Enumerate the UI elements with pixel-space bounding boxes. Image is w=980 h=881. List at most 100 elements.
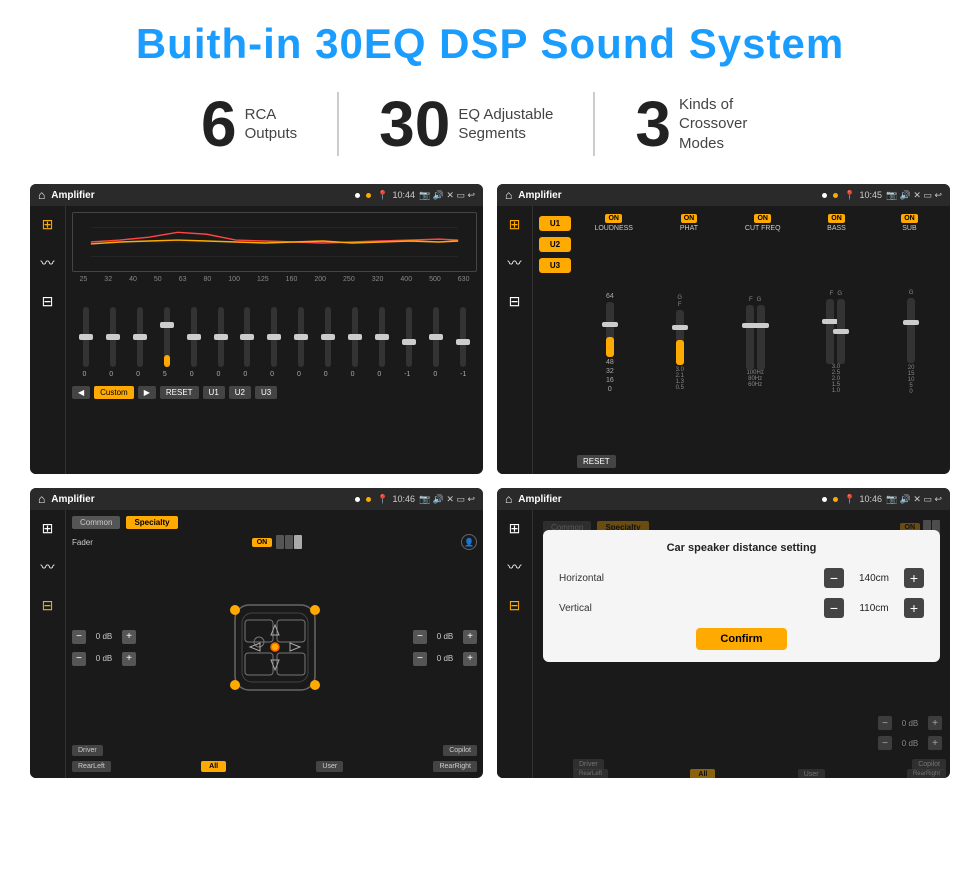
xover-sidebar-icon-1[interactable]: ⊞ (509, 216, 521, 233)
eq-slider-2[interactable] (110, 307, 116, 367)
dist-bg-db-plus-2: + (928, 736, 942, 750)
confirm-button[interactable]: Confirm (696, 628, 786, 650)
dist-sidebar-icon-1[interactable]: ⊞ (509, 520, 521, 537)
xover-preset-u3[interactable]: U3 (539, 258, 571, 273)
dist-bg-user-btn: User (798, 769, 825, 778)
fader-label: Fader (72, 538, 93, 547)
eq-reset-btn[interactable]: RESET (160, 386, 199, 399)
fader-sidebar-icon-2[interactable]: 〰 (41, 557, 55, 577)
fader-btn-driver[interactable]: Driver (72, 745, 103, 756)
dist-content: ⊞ 〰 ⊟ Common Specialty ON (497, 510, 950, 778)
fader-sidebar-icon-1[interactable]: ⊞ (42, 520, 54, 537)
xover-preset-u1[interactable]: U1 (539, 216, 571, 231)
fader-tab-common[interactable]: Common (72, 516, 120, 529)
eq-slider-8[interactable] (271, 307, 277, 367)
eq-slider-15[interactable] (460, 307, 466, 367)
db-plus-rr[interactable]: + (463, 652, 477, 666)
eq-slider-4[interactable] (164, 307, 170, 367)
dist-bg-db-minus-1: − (878, 716, 892, 730)
fader-btn-all[interactable]: All (201, 761, 226, 772)
eq-u3-btn[interactable]: U3 (255, 386, 277, 399)
eq-slider-10[interactable] (325, 307, 331, 367)
xover-fader-sub[interactable] (907, 298, 915, 363)
xover-on-cutfreq[interactable]: ON (754, 214, 771, 223)
fader-btn-user[interactable]: User (316, 761, 343, 772)
fader-btn-copilot[interactable]: Copilot (443, 745, 477, 756)
dist-sidebar-icon-3[interactable]: ⊟ (509, 597, 521, 614)
dist-bg-db-minus-2: − (878, 736, 892, 750)
db-minus-fl[interactable]: − (72, 630, 86, 644)
fader-app-name: Amplifier (51, 494, 349, 505)
db-value-rl: 0 dB (90, 654, 118, 663)
eq-slider-1[interactable] (83, 307, 89, 367)
eq-slider-5[interactable] (191, 307, 197, 367)
eq-slider-7[interactable] (244, 307, 250, 367)
xover-on-bass[interactable]: ON (828, 214, 845, 223)
xover-sidebar-icon-2[interactable]: 〰 (508, 253, 522, 273)
fader-btn-rearleft[interactable]: RearLeft (72, 761, 111, 772)
eq-sidebar-icon-1[interactable]: ⊞ (42, 216, 54, 233)
xover-fader-phat[interactable] (676, 310, 684, 365)
fader-status-dot (366, 497, 371, 502)
eq-status-bar: ⌂ Amplifier 📍 10:44 📷 🔊 ✕ ▭ ↩ (30, 184, 483, 206)
status-indicator-2 (366, 193, 371, 198)
xover-on-sub[interactable]: ON (901, 214, 918, 223)
db-minus-fr[interactable]: − (413, 630, 427, 644)
eq-sidebar-icon-3[interactable]: ⊟ (42, 293, 54, 310)
xover-fader-cutfreq-f[interactable] (746, 305, 754, 370)
xover-fader-bass-g[interactable] (837, 299, 845, 364)
eq-slider-12[interactable] (379, 307, 385, 367)
xover-preset-u2[interactable]: U2 (539, 237, 571, 252)
eq-slider-9[interactable] (298, 307, 304, 367)
db-plus-rl[interactable]: + (122, 652, 136, 666)
dist-sidebar: ⊞ 〰 ⊟ (497, 510, 533, 778)
db-minus-rl[interactable]: − (72, 652, 86, 666)
dist-screenshot: ⌂ Amplifier 📍 10:46 📷 🔊 ✕ ▭ ↩ ⊞ 〰 ⊟ (497, 488, 950, 778)
dist-vertical-minus[interactable]: − (824, 598, 844, 618)
eq-slider-6[interactable] (218, 307, 224, 367)
eq-sliders (72, 287, 477, 367)
dist-vertical-plus[interactable]: + (904, 598, 924, 618)
xover-fader-loudness[interactable] (606, 302, 614, 357)
fader-tabs[interactable]: Common Specialty (72, 516, 477, 529)
xover-ch-phat: ON PHAT (672, 214, 706, 232)
fader-tab-specialty[interactable]: Specialty (126, 516, 177, 529)
eq-play-btn[interactable]: ▶ (138, 386, 156, 399)
fader-on-toggle[interactable]: ON (252, 538, 273, 547)
fader-btn-rearright[interactable]: RearRight (433, 761, 477, 772)
fader-home-icon: ⌂ (38, 492, 45, 506)
dist-sidebar-icon-2[interactable]: 〰 (508, 557, 522, 577)
eq-u1-btn[interactable]: U1 (203, 386, 225, 399)
xover-reset-btn[interactable]: RESET (577, 455, 616, 468)
xover-ch-name-cutfreq: CUT FREQ (745, 225, 781, 232)
db-plus-fr[interactable]: + (463, 630, 477, 644)
dist-bg-rearleft-btn: RearLeft (573, 769, 608, 778)
dist-vertical-ctrl[interactable]: − 110cm + (824, 598, 924, 618)
dist-bg-db-val-1: 0 dB (896, 719, 924, 728)
dist-horizontal-ctrl[interactable]: − 140cm + (824, 568, 924, 588)
eq-slider-11[interactable] (352, 307, 358, 367)
dist-horizontal-plus[interactable]: + (904, 568, 924, 588)
db-plus-fl[interactable]: + (122, 630, 136, 644)
eq-custom-btn[interactable]: Custom (94, 386, 134, 399)
db-group-fl: − 0 dB + (72, 630, 136, 644)
eq-slider-13[interactable] (406, 307, 412, 367)
dist-horizontal-label: Horizontal (559, 573, 629, 584)
eq-u2-btn[interactable]: U2 (229, 386, 251, 399)
xover-fader-cutfreq-g[interactable] (757, 305, 765, 370)
xover-sidebar-icon-3[interactable]: ⊟ (509, 293, 521, 310)
eq-controls[interactable]: ◀ Custom ▶ RESET U1 U2 U3 (72, 386, 477, 399)
stat-number-rca: 6 (201, 92, 237, 156)
eq-slider-3[interactable] (137, 307, 143, 367)
fader-sidebar-icon-3[interactable]: ⊟ (42, 597, 54, 614)
db-minus-rr[interactable]: − (413, 652, 427, 666)
eq-prev-btn[interactable]: ◀ (72, 386, 90, 399)
eq-slider-14[interactable] (433, 307, 439, 367)
dist-horizontal-minus[interactable]: − (824, 568, 844, 588)
eq-sidebar-icon-2[interactable]: 〰 (41, 253, 55, 273)
stats-row: 6 RCA Outputs 30 EQ Adjustable Segments … (30, 92, 950, 156)
xover-status-bar: ⌂ Amplifier 📍 10:45 📷 🔊 ✕ ▭ ↩ (497, 184, 950, 206)
xover-on-phat[interactable]: ON (681, 214, 698, 223)
xover-on-loudness[interactable]: ON (605, 214, 622, 223)
status-indicator-1 (355, 193, 360, 198)
